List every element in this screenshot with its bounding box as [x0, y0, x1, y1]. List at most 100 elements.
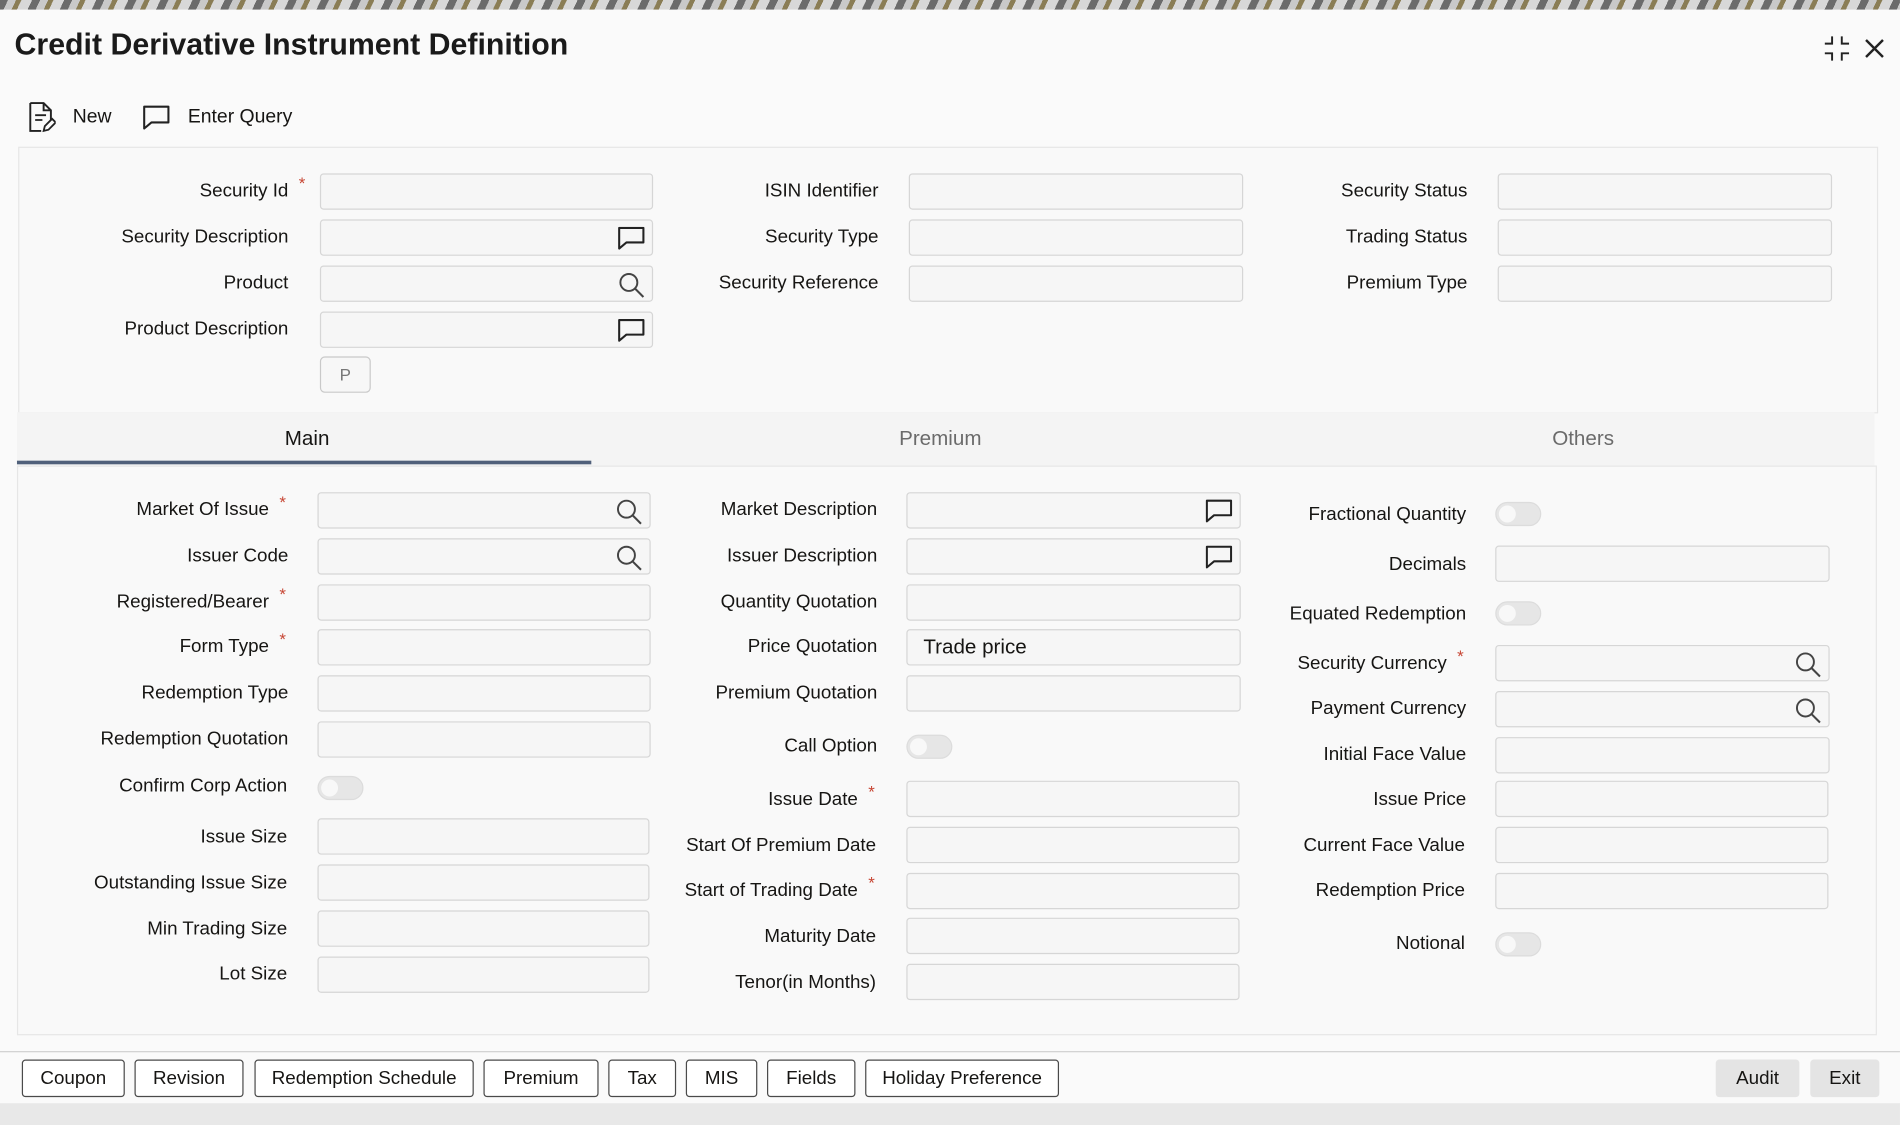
issuer-description-input[interactable] [906, 538, 1241, 575]
market-of-issue-input[interactable] [317, 492, 651, 529]
decimals-label: Decimals [1388, 554, 1467, 575]
registered-bearer-input[interactable] [317, 584, 651, 621]
min-trading-size-label: Min Trading Size [147, 918, 288, 940]
search-icon[interactable] [616, 544, 643, 571]
initial-face-value-input[interactable] [1495, 737, 1830, 774]
start-of-trading-date-label: Start of Trading Date * [684, 872, 875, 901]
start-of-trading-date-input[interactable] [906, 872, 1240, 910]
form-type-input[interactable] [317, 629, 651, 666]
security-type-input[interactable] [908, 219, 1244, 256]
form-type-label: Form Type * [179, 629, 286, 658]
security-id-input[interactable] [319, 173, 654, 210]
comment-icon[interactable] [1205, 544, 1233, 571]
search-icon[interactable] [618, 272, 645, 299]
tab-premium[interactable]: Premium [899, 427, 981, 451]
enter-query-label: Enter Query [187, 106, 293, 128]
fractional-quantity-toggle[interactable] [1495, 501, 1542, 527]
active-tab-indicator [16, 460, 592, 465]
tenor-input[interactable] [906, 963, 1240, 1001]
min-trading-size-input[interactable] [317, 910, 650, 947]
fractional-quantity-label: Fractional Quantity [1308, 504, 1467, 525]
query-comment-icon [143, 105, 170, 130]
security-currency-label: Security Currency * [1297, 646, 1464, 675]
issue-date-input[interactable] [906, 780, 1240, 818]
current-face-value-input[interactable] [1495, 826, 1829, 864]
bottom-status-bar [0, 1103, 1900, 1125]
confirm-corp-action-label: Confirm Corp Action [119, 775, 288, 797]
revision-button[interactable]: Revision [134, 1059, 244, 1098]
coupon-button[interactable]: Coupon [21, 1059, 125, 1098]
lot-size-input[interactable] [317, 956, 650, 993]
decimals-input[interactable] [1495, 545, 1830, 582]
new-label: New [72, 106, 112, 128]
product-description-label: Product Description [124, 318, 289, 340]
minimize-icon[interactable] [1820, 32, 1854, 66]
new-button[interactable]: New [27, 102, 112, 134]
isin-identifier-input[interactable] [908, 173, 1244, 210]
close-icon[interactable] [1858, 32, 1892, 66]
premium-quotation-input[interactable] [906, 675, 1241, 712]
comment-icon[interactable] [618, 225, 645, 252]
comment-icon[interactable] [618, 318, 645, 345]
trading-status-label: Trading Status [1345, 226, 1468, 248]
equated-redemption-label: Equated Redemption [1289, 603, 1467, 625]
premium-button[interactable]: Premium [483, 1059, 599, 1098]
outstanding-issue-size-input[interactable] [317, 864, 650, 901]
issue-size-label: Issue Size [200, 826, 288, 848]
search-icon[interactable] [616, 498, 643, 525]
tax-button[interactable]: Tax [608, 1059, 677, 1098]
p-button[interactable]: P [319, 356, 371, 393]
tab-main[interactable]: Main [285, 427, 330, 451]
product-input[interactable] [319, 265, 654, 302]
exit-button[interactable]: Exit [1810, 1059, 1880, 1098]
notional-toggle[interactable] [1495, 932, 1542, 957]
call-option-label: Call Option [784, 735, 878, 757]
call-option-toggle[interactable] [906, 734, 953, 759]
redemption-price-label: Redemption Price [1315, 880, 1465, 901]
security-currency-input[interactable] [1495, 644, 1830, 682]
redemption-price-input[interactable] [1495, 872, 1829, 910]
product-description-input[interactable] [319, 311, 654, 348]
trading-status-input[interactable] [1497, 219, 1833, 256]
redemption-schedule-button[interactable]: Redemption Schedule [254, 1059, 474, 1098]
market-description-input[interactable] [906, 492, 1241, 529]
issuer-code-label: Issuer Code [187, 545, 289, 567]
start-of-premium-date-input[interactable] [906, 826, 1240, 864]
maturity-date-input[interactable] [906, 917, 1240, 955]
security-status-label: Security Status [1341, 180, 1468, 202]
issue-size-input[interactable] [317, 818, 650, 855]
search-icon[interactable] [1795, 697, 1822, 724]
redemption-type-input[interactable] [317, 675, 651, 712]
mis-button[interactable]: MIS [685, 1059, 758, 1098]
issue-price-label: Issue Price [1373, 789, 1467, 810]
premium-type-input[interactable] [1497, 265, 1833, 302]
quantity-quotation-input[interactable] [906, 584, 1241, 621]
payment-currency-input[interactable] [1495, 691, 1830, 728]
issuer-description-label: Issuer Description [726, 545, 878, 567]
audit-button[interactable]: Audit [1715, 1059, 1800, 1098]
premium-type-label: Premium Type [1346, 272, 1468, 294]
issue-price-input[interactable] [1495, 780, 1829, 818]
isin-identifier-label: ISIN Identifier [764, 180, 879, 202]
security-reference-input[interactable] [908, 265, 1244, 302]
maturity-date-label: Maturity Date [764, 926, 877, 947]
confirm-corp-action-toggle[interactable] [317, 775, 364, 801]
security-description-label: Security Description [121, 226, 289, 248]
product-label: Product [223, 272, 289, 294]
market-of-issue-label: Market Of Issue * [136, 492, 286, 521]
holiday-preference-button[interactable]: Holiday Preference [865, 1059, 1060, 1098]
price-quotation-select[interactable]: Trade price [906, 629, 1241, 666]
search-icon[interactable] [1795, 651, 1822, 678]
comment-icon[interactable] [1205, 498, 1233, 525]
tab-others[interactable]: Others [1552, 427, 1614, 451]
tenor-label: Tenor(in Months) [735, 972, 877, 993]
issuer-code-input[interactable] [317, 538, 651, 575]
enter-query-button[interactable]: Enter Query [142, 102, 293, 134]
payment-currency-label: Payment Currency [1310, 698, 1467, 719]
equated-redemption-toggle[interactable] [1495, 601, 1542, 626]
fields-button[interactable]: Fields [767, 1059, 856, 1098]
security-description-input[interactable] [319, 219, 654, 256]
security-status-input[interactable] [1497, 173, 1833, 210]
lot-size-label: Lot Size [219, 963, 288, 985]
redemption-quotation-input[interactable] [317, 721, 651, 758]
